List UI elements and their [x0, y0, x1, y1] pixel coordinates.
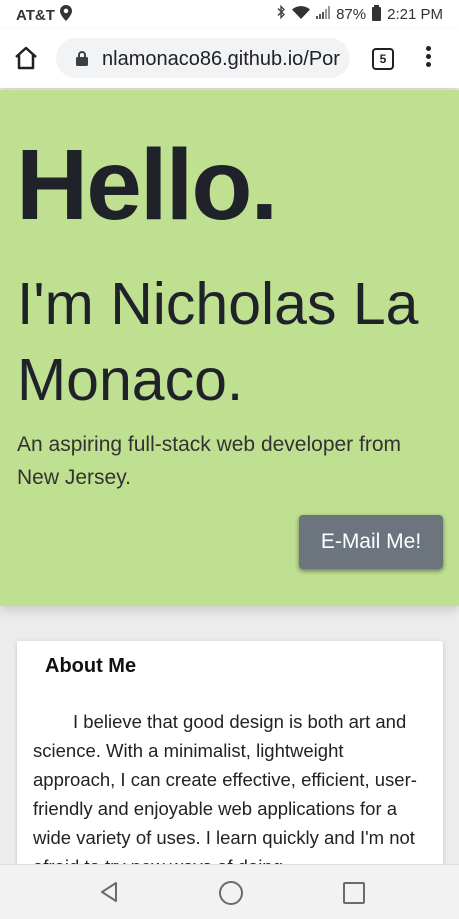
menu-dot-icon — [425, 62, 431, 67]
hero-greeting: Hello. — [16, 129, 278, 241]
hero-section: Hello. I'm Nicholas La Monaco. An aspiri… — [0, 90, 459, 606]
menu-dot-icon — [425, 46, 431, 51]
hero-tagline: An aspiring full-stack web developer fro… — [17, 433, 402, 489]
battery-percent: 87% — [336, 5, 367, 23]
home-button[interactable] — [12, 44, 40, 72]
browser-menu-button[interactable] — [421, 46, 435, 70]
wifi-icon — [292, 5, 311, 23]
tab-switcher-button[interactable]: 5 — [372, 48, 394, 70]
url-text[interactable]: nlamonaco86.github.io/Por — [102, 48, 342, 71]
recents-button[interactable] — [343, 882, 365, 904]
about-card: About Me I believe that good design is b… — [17, 641, 443, 901]
status-bar: AT&T 87% 2:21 PM — [0, 0, 459, 28]
android-nav-bar — [0, 864, 459, 919]
browser-toolbar: nlamonaco86.github.io/Por 5 — [0, 28, 459, 88]
menu-dot-icon — [425, 54, 431, 59]
clock: 2:21 PM — [387, 5, 443, 23]
signal-icon — [316, 5, 331, 23]
status-right: 87% 2:21 PM — [277, 4, 443, 23]
back-icon — [101, 882, 117, 902]
status-left: AT&T — [16, 5, 72, 25]
carrier-label: AT&T — [16, 6, 55, 24]
location-icon — [59, 5, 72, 25]
back-button[interactable] — [98, 880, 120, 904]
lock-icon — [76, 51, 88, 66]
battery-icon — [372, 5, 382, 21]
nav-home-button[interactable] — [219, 881, 243, 905]
about-title: About Me — [45, 655, 137, 677]
address-bar[interactable]: nlamonaco86.github.io/Por — [56, 38, 350, 78]
about-text: I believe that good design is both art a… — [33, 711, 417, 877]
home-icon — [15, 46, 37, 70]
bluetooth-icon — [277, 4, 286, 23]
hero-name: I'm Nicholas La Monaco. — [17, 271, 419, 413]
email-me-button[interactable]: E-Mail Me! — [299, 515, 443, 569]
